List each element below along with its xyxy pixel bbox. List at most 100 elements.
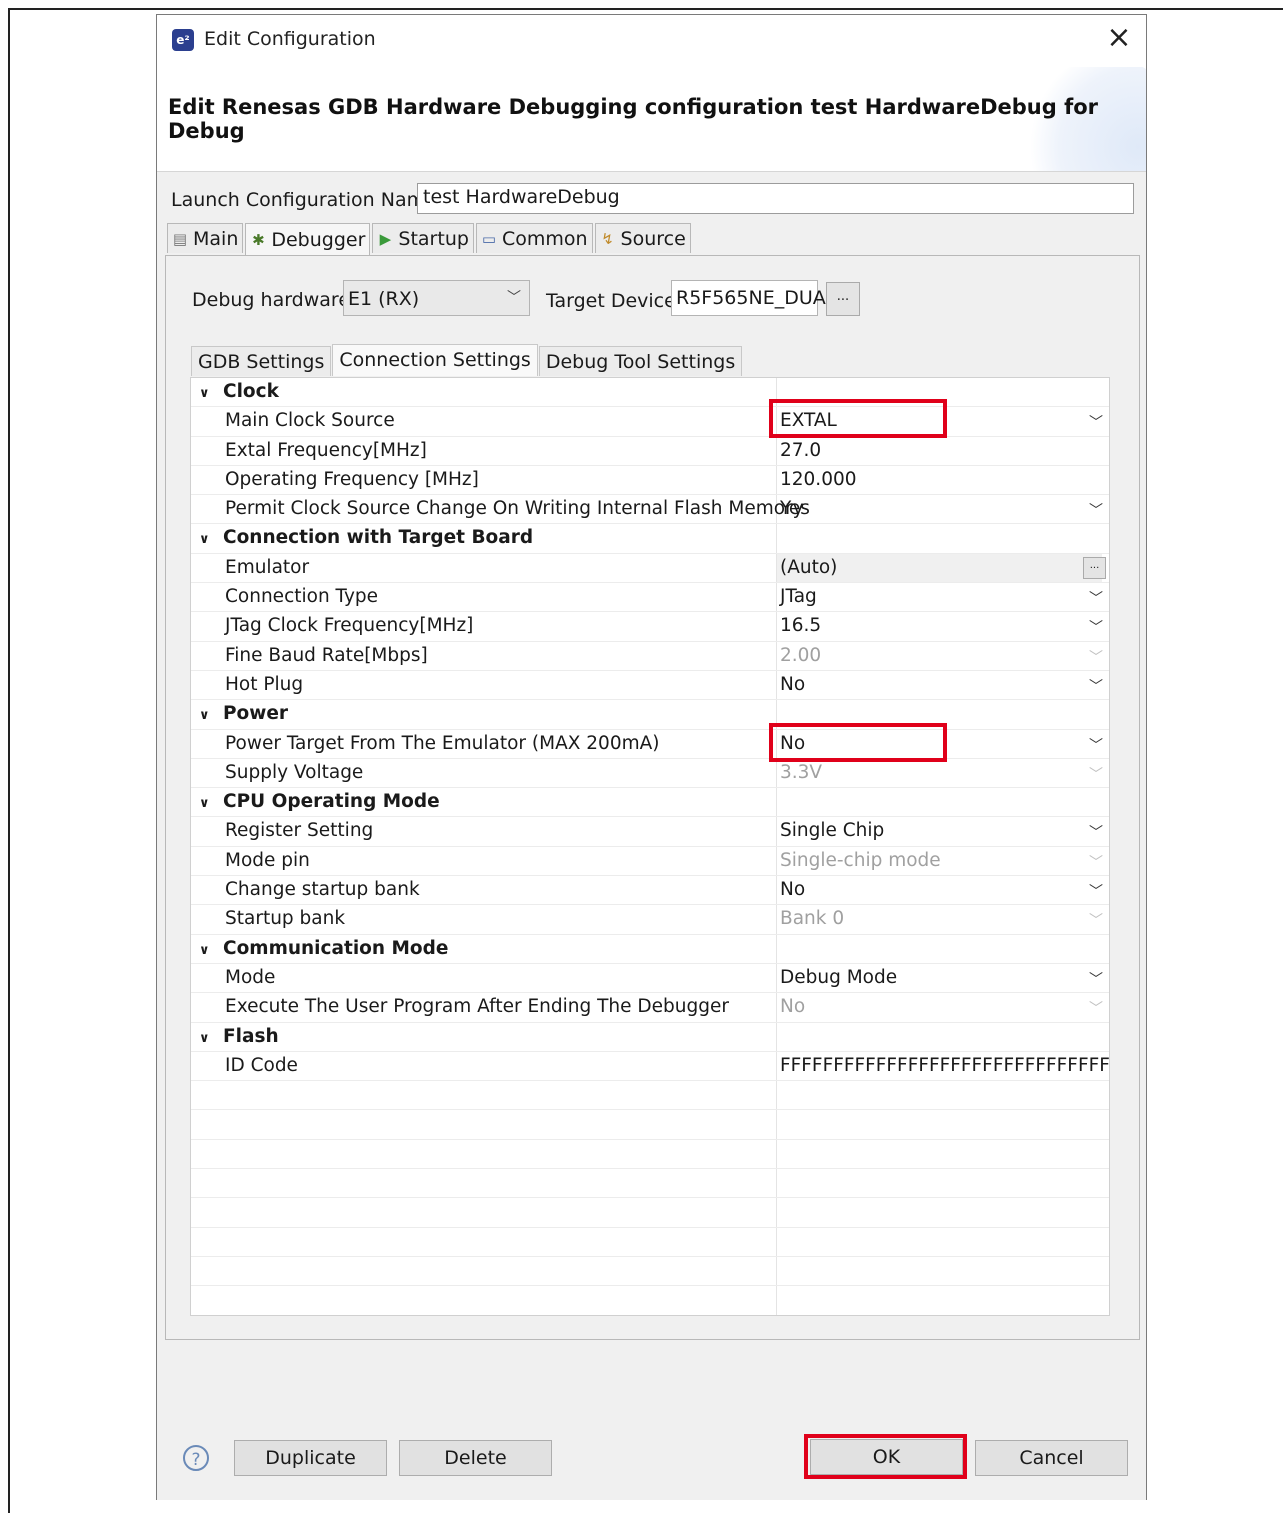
property-value[interactable]: No [780, 879, 805, 900]
property-value: 2.00 [780, 644, 822, 666]
property-value[interactable]: Single Chip [780, 820, 884, 841]
property-value[interactable]: 120.000 [780, 469, 857, 490]
chevron-down-icon[interactable]: ∨ [199, 1031, 213, 1046]
row-label-text: Supply Voltage [225, 761, 364, 783]
chevron-down-icon[interactable]: ﹀ [1089, 617, 1103, 637]
grid-property-row[interactable]: Power Target From The Emulator (MAX 200m… [191, 730, 1109, 759]
close-icon[interactable]: × [1102, 21, 1136, 55]
grid-category-row[interactable]: ∨ Communication Mode [191, 935, 1109, 964]
property-name: Mode pin [225, 850, 310, 871]
property-name: Mode [225, 967, 275, 988]
grid-property-row[interactable]: Register Setting Single Chip ﹀ [191, 817, 1109, 847]
grid-property-row[interactable]: Mode pin Single-chip mode ﹀ [191, 847, 1109, 877]
target-device-input[interactable]: R5F565NE_DUAI [671, 280, 831, 316]
tab-debugger[interactable]: ✱ Debugger [245, 223, 371, 255]
tab-connection-settings[interactable]: Connection Settings [332, 344, 538, 376]
launch-name-input[interactable]: test HardwareDebug [417, 183, 1134, 214]
grid-property-row[interactable]: Supply Voltage 3.3V ﹀ [191, 759, 1109, 789]
tab-main[interactable]: ▤ Main [167, 223, 244, 253]
emulator-browse-button[interactable]: ... [1083, 556, 1106, 579]
grid-property-row[interactable]: Fine Baud Rate[Mbps] 2.00 ﹀ [191, 642, 1109, 671]
grid-category-row[interactable]: ∨ CPU Operating Mode [191, 788, 1109, 818]
grid-property-row[interactable]: Execute The User Program After Ending Th… [191, 993, 1109, 1023]
tab-common[interactable]: ▭ Common [475, 223, 593, 253]
property-name: Extal Frequency[MHz] [225, 440, 427, 461]
cancel-button[interactable]: Cancel [975, 1440, 1128, 1476]
row-label-text: JTag Clock Frequency[MHz] [225, 615, 474, 637]
chevron-down-icon[interactable]: ∨ [199, 708, 213, 723]
chevron-down-icon[interactable]: ﹀ [1089, 676, 1103, 696]
debug-hardware-select[interactable]: E1 (RX) ﹀ [343, 280, 530, 316]
chevron-down-icon[interactable]: ∨ [199, 943, 213, 958]
property-value: Single-chip mode [780, 849, 941, 871]
launch-name-label: Launch Configuration Name: [171, 189, 444, 211]
category-label: ∨ Communication Mode [199, 938, 448, 959]
debug-hardware-label: Debug hardware: [192, 289, 357, 311]
edit-configuration-dialog: e² Edit Configuration × Edit Renesas GDB… [156, 14, 1147, 1500]
row-label-text: Communication Mode [223, 937, 449, 959]
chevron-down-icon[interactable]: ∨ [199, 796, 213, 811]
property-value[interactable]: 16.5 [780, 615, 821, 636]
grid-property-row [191, 1198, 1109, 1228]
grid-category-row[interactable]: ∨ Power [191, 700, 1109, 730]
bug-icon: ✱ [252, 230, 265, 249]
property-name: Permit Clock Source Change On Writing In… [225, 498, 804, 519]
chevron-down-icon[interactable]: ∨ [199, 532, 213, 547]
category-label: ∨ Power [199, 703, 288, 724]
property-name: Power Target From The Emulator (MAX 200m… [225, 733, 660, 754]
property-value[interactable]: (Auto) [777, 553, 1102, 582]
property-name: Operating Frequency [MHz] [225, 469, 479, 490]
grid-property-row[interactable]: Operating Frequency [MHz] 120.000 [191, 466, 1109, 496]
grid-property-row [191, 1081, 1109, 1111]
property-value[interactable]: Yes [780, 498, 810, 519]
property-value[interactable]: 27.0 [780, 440, 821, 461]
grid-property-row[interactable]: JTag Clock Frequency[MHz] 16.5 ﹀ [191, 612, 1109, 642]
property-value[interactable]: No [780, 733, 805, 754]
property-value[interactable]: FFFFFFFFFFFFFFFFFFFFFFFFFFFFFFFF [780, 1055, 1109, 1076]
grid-property-row[interactable]: Mode Debug Mode ﹀ [191, 964, 1109, 994]
property-name: Supply Voltage [225, 762, 363, 783]
property-value[interactable]: No [780, 674, 805, 695]
grid-property-row[interactable]: Connection Type JTag ﹀ [191, 583, 1109, 613]
grid-property-row[interactable]: Change startup bank No ﹀ [191, 876, 1109, 906]
chevron-down-icon[interactable]: ∨ [199, 386, 213, 401]
chevron-down-icon[interactable]: ﹀ [1089, 881, 1103, 901]
duplicate-button[interactable]: Duplicate [234, 1440, 387, 1476]
grid-property-row[interactable]: Emulator (Auto)... [191, 553, 1109, 584]
window-title: Edit Configuration [204, 28, 376, 50]
grid-property-row[interactable]: ID Code FFFFFFFFFFFFFFFFFFFFFFFFFFFFFFFF [191, 1052, 1109, 1082]
play-icon: ▶ [379, 229, 392, 248]
grid-category-row[interactable]: ∨ Flash [191, 1023, 1109, 1052]
grid-property-row[interactable]: Extal Frequency[MHz] 27.0 [191, 437, 1109, 466]
target-device-browse-button[interactable]: ... [826, 282, 860, 316]
delete-button[interactable]: Delete [399, 1440, 552, 1476]
property-value[interactable]: JTag [780, 586, 817, 607]
grid-category-row[interactable]: ∨ Clock [191, 378, 1109, 408]
grid-property-row[interactable]: Startup bank Bank 0 ﹀ [191, 905, 1109, 935]
tab-debug-tool-settings[interactable]: Debug Tool Settings [538, 346, 743, 376]
category-label: ∨ Clock [199, 381, 279, 402]
property-name: Startup bank [225, 908, 345, 929]
grid-property-row[interactable]: Hot Plug No ﹀ [191, 671, 1109, 701]
grid-property-row [191, 1257, 1109, 1287]
tab-gdb-settings[interactable]: GDB Settings [191, 346, 332, 376]
ok-button[interactable]: OK [810, 1439, 963, 1475]
chevron-down-icon[interactable]: ﹀ [1089, 822, 1103, 842]
settings-subtabs: GDB Settings Connection Settings Debug T… [191, 344, 743, 376]
chevron-down-icon[interactable]: ﹀ [1089, 969, 1103, 989]
tab-source[interactable]: ↯ Source [594, 223, 691, 253]
grid-property-row[interactable]: Permit Clock Source Change On Writing In… [191, 495, 1109, 525]
property-value[interactable]: Debug Mode [780, 967, 897, 988]
grid-property-row [191, 1110, 1109, 1140]
grid-category-row[interactable]: ∨ Connection with Target Board [191, 524, 1109, 554]
chevron-down-icon[interactable]: ﹀ [1089, 412, 1103, 432]
grid-property-row[interactable]: Main Clock Source EXTAL ﹀ [191, 407, 1109, 437]
chevron-down-icon[interactable]: ﹀ [1089, 500, 1103, 520]
help-icon[interactable]: ? [183, 1445, 209, 1471]
chevron-down-icon[interactable]: ﹀ [1089, 588, 1103, 608]
chevron-down-icon[interactable]: ﹀ [1089, 735, 1103, 755]
property-value[interactable]: EXTAL [780, 410, 837, 431]
row-label-text: Connection with Target Board [223, 527, 534, 549]
tab-startup[interactable]: ▶ Startup [372, 223, 474, 253]
property-name: ID Code [225, 1055, 298, 1076]
